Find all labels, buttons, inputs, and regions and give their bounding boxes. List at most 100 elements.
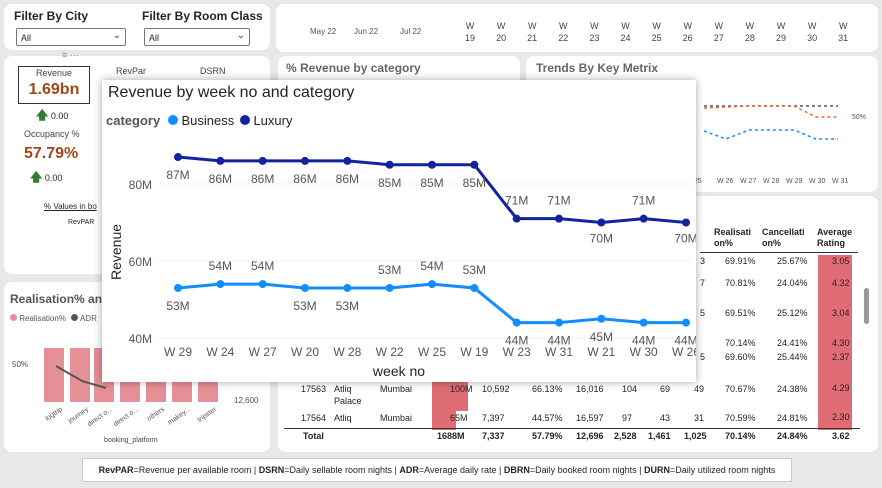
total-revpar: 7,337 <box>482 431 505 441</box>
revenue-line-chart: 40M 60M 80M Revenue week no W 29 W 24 W 27 W 20 W… <box>108 153 696 379</box>
data-point-business[interactable] <box>343 283 352 292</box>
glossary-definition: =Average daily rate | <box>418 465 504 475</box>
data-point-luxury[interactable] <box>174 153 182 162</box>
data-point-business[interactable] <box>258 280 267 289</box>
x-tick-label: W 25 <box>418 345 446 359</box>
x-tick-label: W 20 <box>291 345 319 359</box>
trend-week-label: W 28 <box>763 178 780 185</box>
cell-dbrn: 97 <box>622 413 633 423</box>
table-scrollbar[interactable] <box>864 288 869 324</box>
data-point-luxury[interactable] <box>385 160 394 169</box>
cell-realisation: 69.60% <box>725 352 756 362</box>
cell-cancellation: 24.04% <box>777 278 808 288</box>
cell-value: 31 <box>694 413 705 423</box>
data-label: 85M <box>463 176 486 190</box>
cell-cancellation: 25.67% <box>777 256 808 266</box>
data-label: 44M <box>632 334 655 348</box>
x-tick-label: W 22 <box>376 345 404 359</box>
cell-durn: 69 <box>660 384 671 394</box>
total-rating: 3.62 <box>832 431 850 441</box>
total-dsrn: 12,696 <box>576 431 604 441</box>
table-header[interactable]: Realisati on% <box>714 227 751 249</box>
data-label: 54M <box>209 259 232 273</box>
cell-value: 7 <box>700 278 706 288</box>
cell-property-id: 17564 <box>301 413 327 423</box>
cell-value: 49 <box>694 384 705 394</box>
x-axis-label: week no <box>372 363 425 379</box>
data-point-business[interactable] <box>682 318 690 327</box>
data-point-business[interactable] <box>597 314 606 323</box>
table-header[interactable]: Cancellati on% <box>762 227 805 249</box>
y-tick-label: 80M <box>129 178 152 192</box>
data-point-luxury[interactable] <box>343 156 352 165</box>
cell-city: Mumbai <box>380 384 413 394</box>
x-tick-label: W 28 <box>333 345 361 359</box>
x-tick-label: W 19 <box>460 345 488 359</box>
data-point-business[interactable] <box>555 318 563 327</box>
cell-revenue: 65M <box>450 413 468 423</box>
cell-city: Mumbai <box>380 413 413 423</box>
cell-cancellation: 25.12% <box>777 308 808 318</box>
cell-rating: 4.32 <box>832 278 850 288</box>
data-point-luxury[interactable] <box>639 214 648 223</box>
data-point-luxury[interactable] <box>555 214 563 223</box>
data-point-business[interactable] <box>512 318 521 327</box>
data-label: 70M <box>590 232 613 246</box>
data-point-luxury[interactable] <box>258 156 267 165</box>
cell-realisation: 70.59% <box>725 413 756 423</box>
total-revenue: 1688M <box>437 431 465 441</box>
cell-dbrn: 104 <box>622 384 638 394</box>
cell-rating: 2.37 <box>832 352 850 362</box>
data-point-luxury[interactable] <box>301 156 309 165</box>
glossary-definition: =Daily utilized room nights <box>670 465 776 475</box>
data-label: 45M <box>590 330 613 344</box>
data-point-business[interactable] <box>301 283 309 292</box>
trend-week-label: W 29 <box>786 178 803 185</box>
total-occupancy: 57.79% <box>532 431 563 441</box>
total-value: 1,025 <box>684 431 707 441</box>
data-label: 53M <box>166 299 189 313</box>
total-cancellation: 24.84% <box>777 431 808 441</box>
trend-week-label: W 27 <box>740 178 757 185</box>
data-point-luxury[interactable] <box>470 160 479 169</box>
data-label: 44M <box>674 334 696 348</box>
trend-week-label: W 26 <box>717 178 734 185</box>
data-point-luxury[interactable] <box>597 218 606 227</box>
cell-realisation: 70.14% <box>725 338 756 348</box>
table-header[interactable]: Average Rating <box>817 227 852 249</box>
data-label: 44M <box>547 334 570 348</box>
table-header-underline <box>700 252 858 253</box>
data-point-business[interactable] <box>470 283 479 292</box>
cell-rating: 3.04 <box>832 308 850 318</box>
data-point-luxury[interactable] <box>682 218 690 227</box>
series-line-business[interactable] <box>177 282 686 325</box>
cell-revpar: 10,592 <box>482 384 510 394</box>
x-tick-label: W 21 <box>587 345 615 359</box>
cell-value: 5 <box>700 308 706 318</box>
cell-durn: 43 <box>660 413 671 423</box>
cell-occupancy: 44.57% <box>532 413 563 423</box>
cell-property-name: Atliq Palace <box>334 384 362 406</box>
trend-week-label: W 31 <box>832 178 849 185</box>
data-label: 86M <box>336 172 359 186</box>
data-point-luxury[interactable] <box>428 160 436 169</box>
data-point-business[interactable] <box>216 280 225 289</box>
x-tick-label: W 24 <box>206 345 234 359</box>
data-label: 86M <box>251 172 274 186</box>
data-point-business[interactable] <box>428 280 436 289</box>
data-point-business[interactable] <box>174 283 182 292</box>
data-point-luxury[interactable] <box>216 156 225 165</box>
cell-rating: 4.30 <box>832 338 850 348</box>
cell-realisation: 70.81% <box>725 278 756 288</box>
cell-dsrn: 16,597 <box>576 413 604 423</box>
data-label: 70M <box>674 232 696 246</box>
data-label: 86M <box>293 172 316 186</box>
data-point-business[interactable] <box>639 318 648 327</box>
revenue-week-chart[interactable]: Revenue by week no and category category… <box>102 80 696 382</box>
total-row-divider <box>284 428 860 429</box>
data-label: 53M <box>293 299 316 313</box>
data-point-luxury[interactable] <box>512 214 521 223</box>
cell-cancellation: 25.44% <box>777 352 808 362</box>
glossary-term: DBRN <box>503 465 530 475</box>
data-point-business[interactable] <box>385 283 394 292</box>
